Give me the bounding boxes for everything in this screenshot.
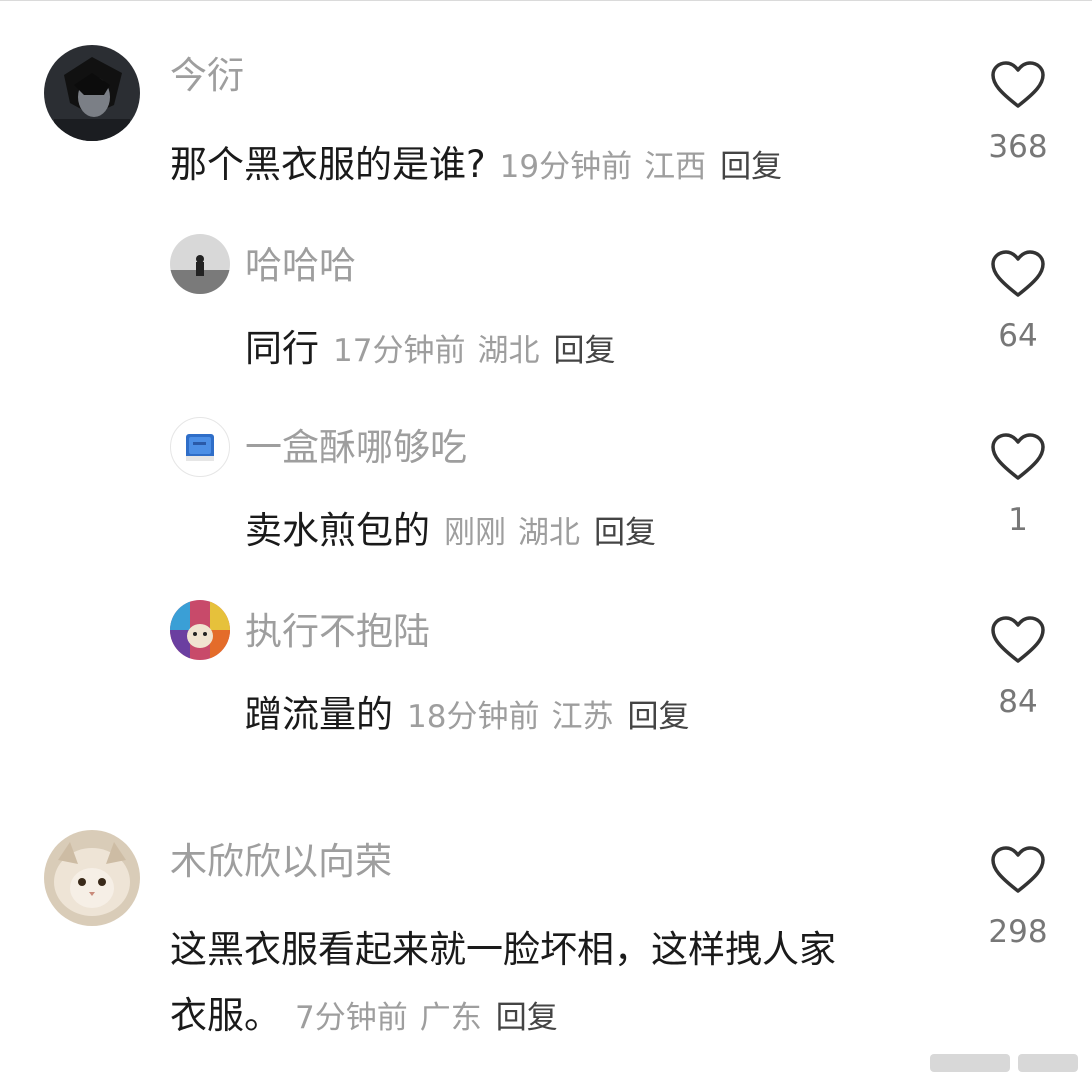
comment-text: 那个黑衣服的是谁?: [170, 143, 486, 186]
comment-time: 19分钟前: [499, 149, 633, 185]
reply-button[interactable]: 回复: [594, 515, 656, 551]
comment-content: 这黑衣服看起来就一脸坏相，这样拽人家 衣服。 7分钟前 广东 回复: [170, 917, 950, 1051]
reply-time: 18分钟前: [407, 699, 540, 735]
heart-icon[interactable]: [990, 60, 1046, 110]
comment-time: 7分钟前: [295, 1000, 408, 1036]
reply-content: 同行 17分钟前 湖北 回复: [245, 330, 615, 367]
comment-username[interactable]: 木欣欣以向荣: [170, 843, 392, 880]
like-count: 1: [1008, 502, 1028, 538]
like-count: 298: [988, 914, 1048, 950]
reply-location: 湖北: [477, 333, 540, 369]
comment-text-line-2: 衣服。 7分钟前 广东 回复: [170, 983, 950, 1051]
reply-button[interactable]: 回复: [627, 699, 689, 735]
comment-content: 那个黑衣服的是谁? 19分钟前 江西 回复: [170, 146, 782, 183]
reply-location: 湖北: [518, 515, 580, 551]
like-count: 84: [998, 684, 1038, 720]
avatar[interactable]: [170, 417, 230, 477]
reply-text: 同行: [245, 327, 319, 370]
like-count: 64: [998, 318, 1038, 354]
reply-button[interactable]: 回复: [496, 1000, 558, 1036]
reply-username[interactable]: 哈哈哈: [245, 247, 356, 284]
watermark-bar: [1018, 1054, 1078, 1072]
reply-content: 蹭流量的 18分钟前 江苏 回复: [245, 696, 689, 733]
reply-text: 卖水煎包的: [245, 509, 430, 552]
watermark-bar: [930, 1054, 1010, 1072]
reply-time: 刚刚: [444, 515, 506, 551]
comment-location: 广东: [419, 1000, 482, 1036]
comment-text-end: 衣服。: [170, 994, 281, 1037]
comment-location: 江西: [644, 149, 707, 185]
reply-location: 江苏: [551, 699, 614, 735]
top-divider: [0, 0, 1092, 1]
reply-time: 17分钟前: [333, 333, 466, 369]
like-count: 368: [988, 129, 1048, 165]
reply-button[interactable]: 回复: [720, 149, 782, 185]
avatar[interactable]: [44, 45, 140, 141]
heart-icon[interactable]: [990, 845, 1046, 895]
reply-username[interactable]: 一盒酥哪够吃: [245, 429, 467, 466]
comment-username[interactable]: 今衍: [170, 57, 244, 94]
watermark: [930, 1054, 1078, 1072]
avatar[interactable]: [170, 234, 230, 294]
avatar[interactable]: [170, 600, 230, 660]
comment-text-line: 这黑衣服看起来就一脸坏相，这样拽人家: [170, 928, 836, 971]
reply-text: 蹭流量的: [245, 693, 393, 736]
avatar[interactable]: [44, 830, 140, 926]
reply-content: 卖水煎包的 刚刚 湖北 回复: [245, 512, 656, 549]
reply-username[interactable]: 执行不抱陆: [245, 613, 430, 650]
reply-button[interactable]: 回复: [553, 333, 615, 369]
heart-icon[interactable]: [990, 249, 1046, 299]
heart-icon[interactable]: [990, 432, 1046, 482]
heart-icon[interactable]: [990, 615, 1046, 665]
